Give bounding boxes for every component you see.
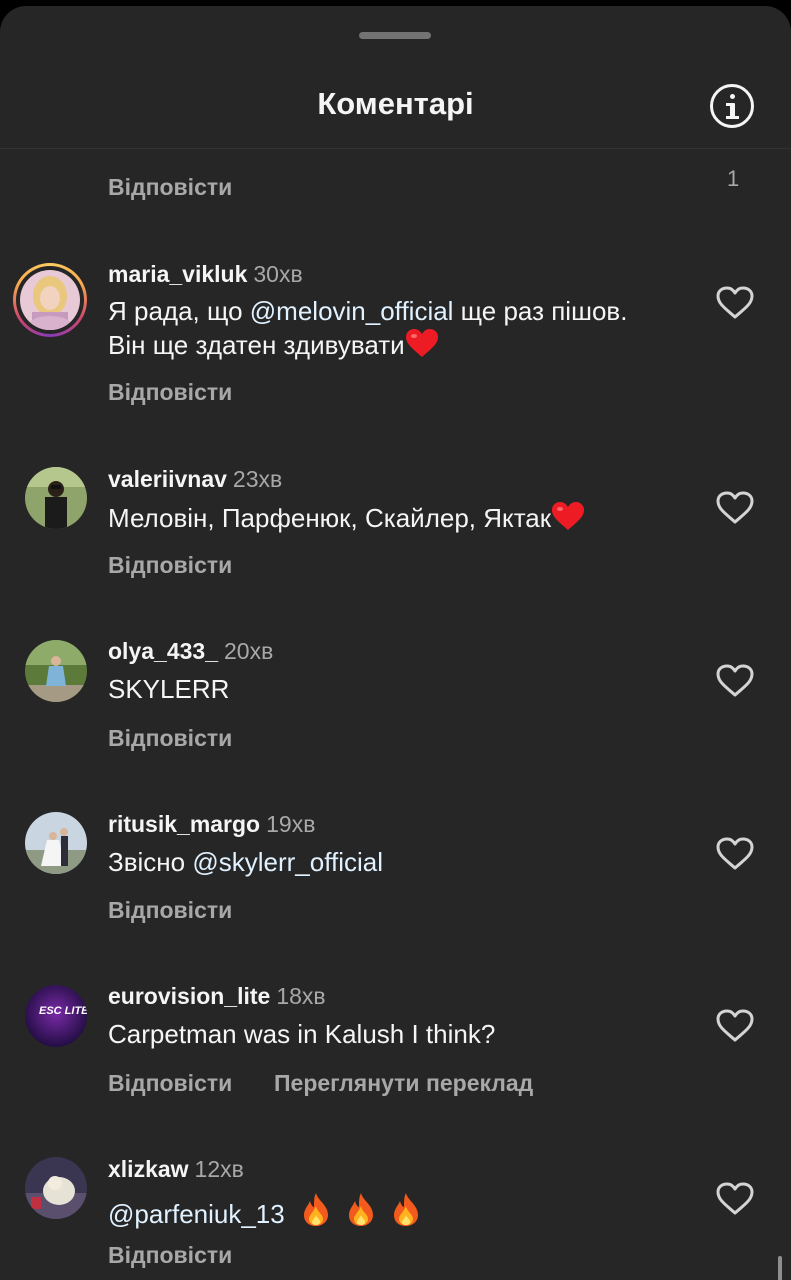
reply-button[interactable]: Відповісти: [108, 552, 232, 579]
mention-link[interactable]: @skylerr_official: [192, 847, 383, 877]
avatar-logo-text: ESC LITE: [39, 1005, 87, 1017]
reply-button[interactable]: Відповісти: [108, 725, 232, 752]
avatar-photo: ESC LITE: [25, 985, 87, 1047]
like-heart-icon[interactable]: [716, 664, 754, 698]
comment-username[interactable]: eurovision_lite: [108, 983, 270, 1009]
like-count: 1: [727, 166, 740, 191]
comments-sheet: Коментарі Відповісти 1 maria_vikluk 30хв…: [0, 6, 791, 1280]
reply-button[interactable]: Відповісти: [108, 1242, 232, 1269]
comment-text: SKYLERR: [108, 674, 230, 704]
comment-text: @parfeniuk_13: [108, 1191, 668, 1235]
comment-text: Звісно @skylerr_official: [108, 847, 383, 877]
fire-emoji: [390, 1191, 422, 1235]
truncated-comment-text: [110, 146, 280, 152]
avatar[interactable]: [25, 640, 87, 702]
comment-username[interactable]: ritusik_margo: [108, 811, 260, 837]
comment-text: Я рада, що @melovin_official ще раз пішо…: [108, 295, 668, 366]
comment-time: 23хв: [232, 466, 283, 492]
comment-username[interactable]: olya_433_: [108, 638, 218, 664]
avatar[interactable]: [25, 467, 87, 529]
comment-time: 18хв: [276, 983, 326, 1009]
avatar-photo: [25, 1157, 87, 1219]
avatar[interactable]: [25, 1157, 87, 1219]
reply-button[interactable]: Відповісти: [108, 897, 232, 924]
comment-username[interactable]: xlizkaw: [108, 1156, 189, 1182]
avatar[interactable]: [25, 812, 87, 874]
like-heart-icon[interactable]: [716, 1182, 754, 1216]
avatar-photo: [25, 467, 87, 529]
see-translation-button[interactable]: Переглянути переклад: [274, 1070, 533, 1097]
comment-text: Carpetman was in Kalush I think?: [108, 1019, 496, 1049]
avatar[interactable]: [13, 263, 87, 337]
scrollbar[interactable]: [778, 1256, 782, 1280]
reply-button[interactable]: Відповісти: [108, 1070, 232, 1097]
like-heart-icon[interactable]: [716, 286, 754, 320]
avatar[interactable]: ESC LITE: [25, 985, 87, 1047]
comment-time: 20хв: [223, 638, 274, 664]
info-icon[interactable]: [710, 84, 754, 128]
mention-link[interactable]: @parfeniuk_13: [108, 1199, 285, 1229]
comment-time: 30хв: [253, 261, 303, 287]
avatar-photo: [20, 270, 80, 330]
avatar-photo: [25, 812, 87, 874]
comment-time: 19хв: [266, 811, 316, 837]
fire-emoji: [345, 1191, 377, 1235]
sheet-title: Коментарі: [317, 86, 474, 121]
comment-username[interactable]: maria_vikluk: [108, 261, 247, 287]
reply-button[interactable]: Відповісти: [108, 379, 232, 406]
mention-link[interactable]: @melovin_official: [250, 296, 454, 326]
comment-username[interactable]: valeriivnav: [108, 466, 227, 492]
drag-handle[interactable]: [359, 32, 431, 39]
comment-text: Меловін, Парфенюк, Скайлер, Яктак: [108, 501, 668, 539]
reply-button[interactable]: Відповісти: [108, 174, 232, 201]
comment-time: 12хв: [194, 1156, 244, 1182]
like-heart-icon[interactable]: [716, 837, 754, 871]
heart-emoji: [405, 328, 439, 366]
like-heart-icon[interactable]: [716, 1009, 754, 1043]
fire-emoji: [300, 1191, 332, 1235]
like-heart-icon[interactable]: [716, 491, 754, 525]
avatar-photo: [25, 640, 87, 702]
heart-emoji: [551, 501, 585, 539]
